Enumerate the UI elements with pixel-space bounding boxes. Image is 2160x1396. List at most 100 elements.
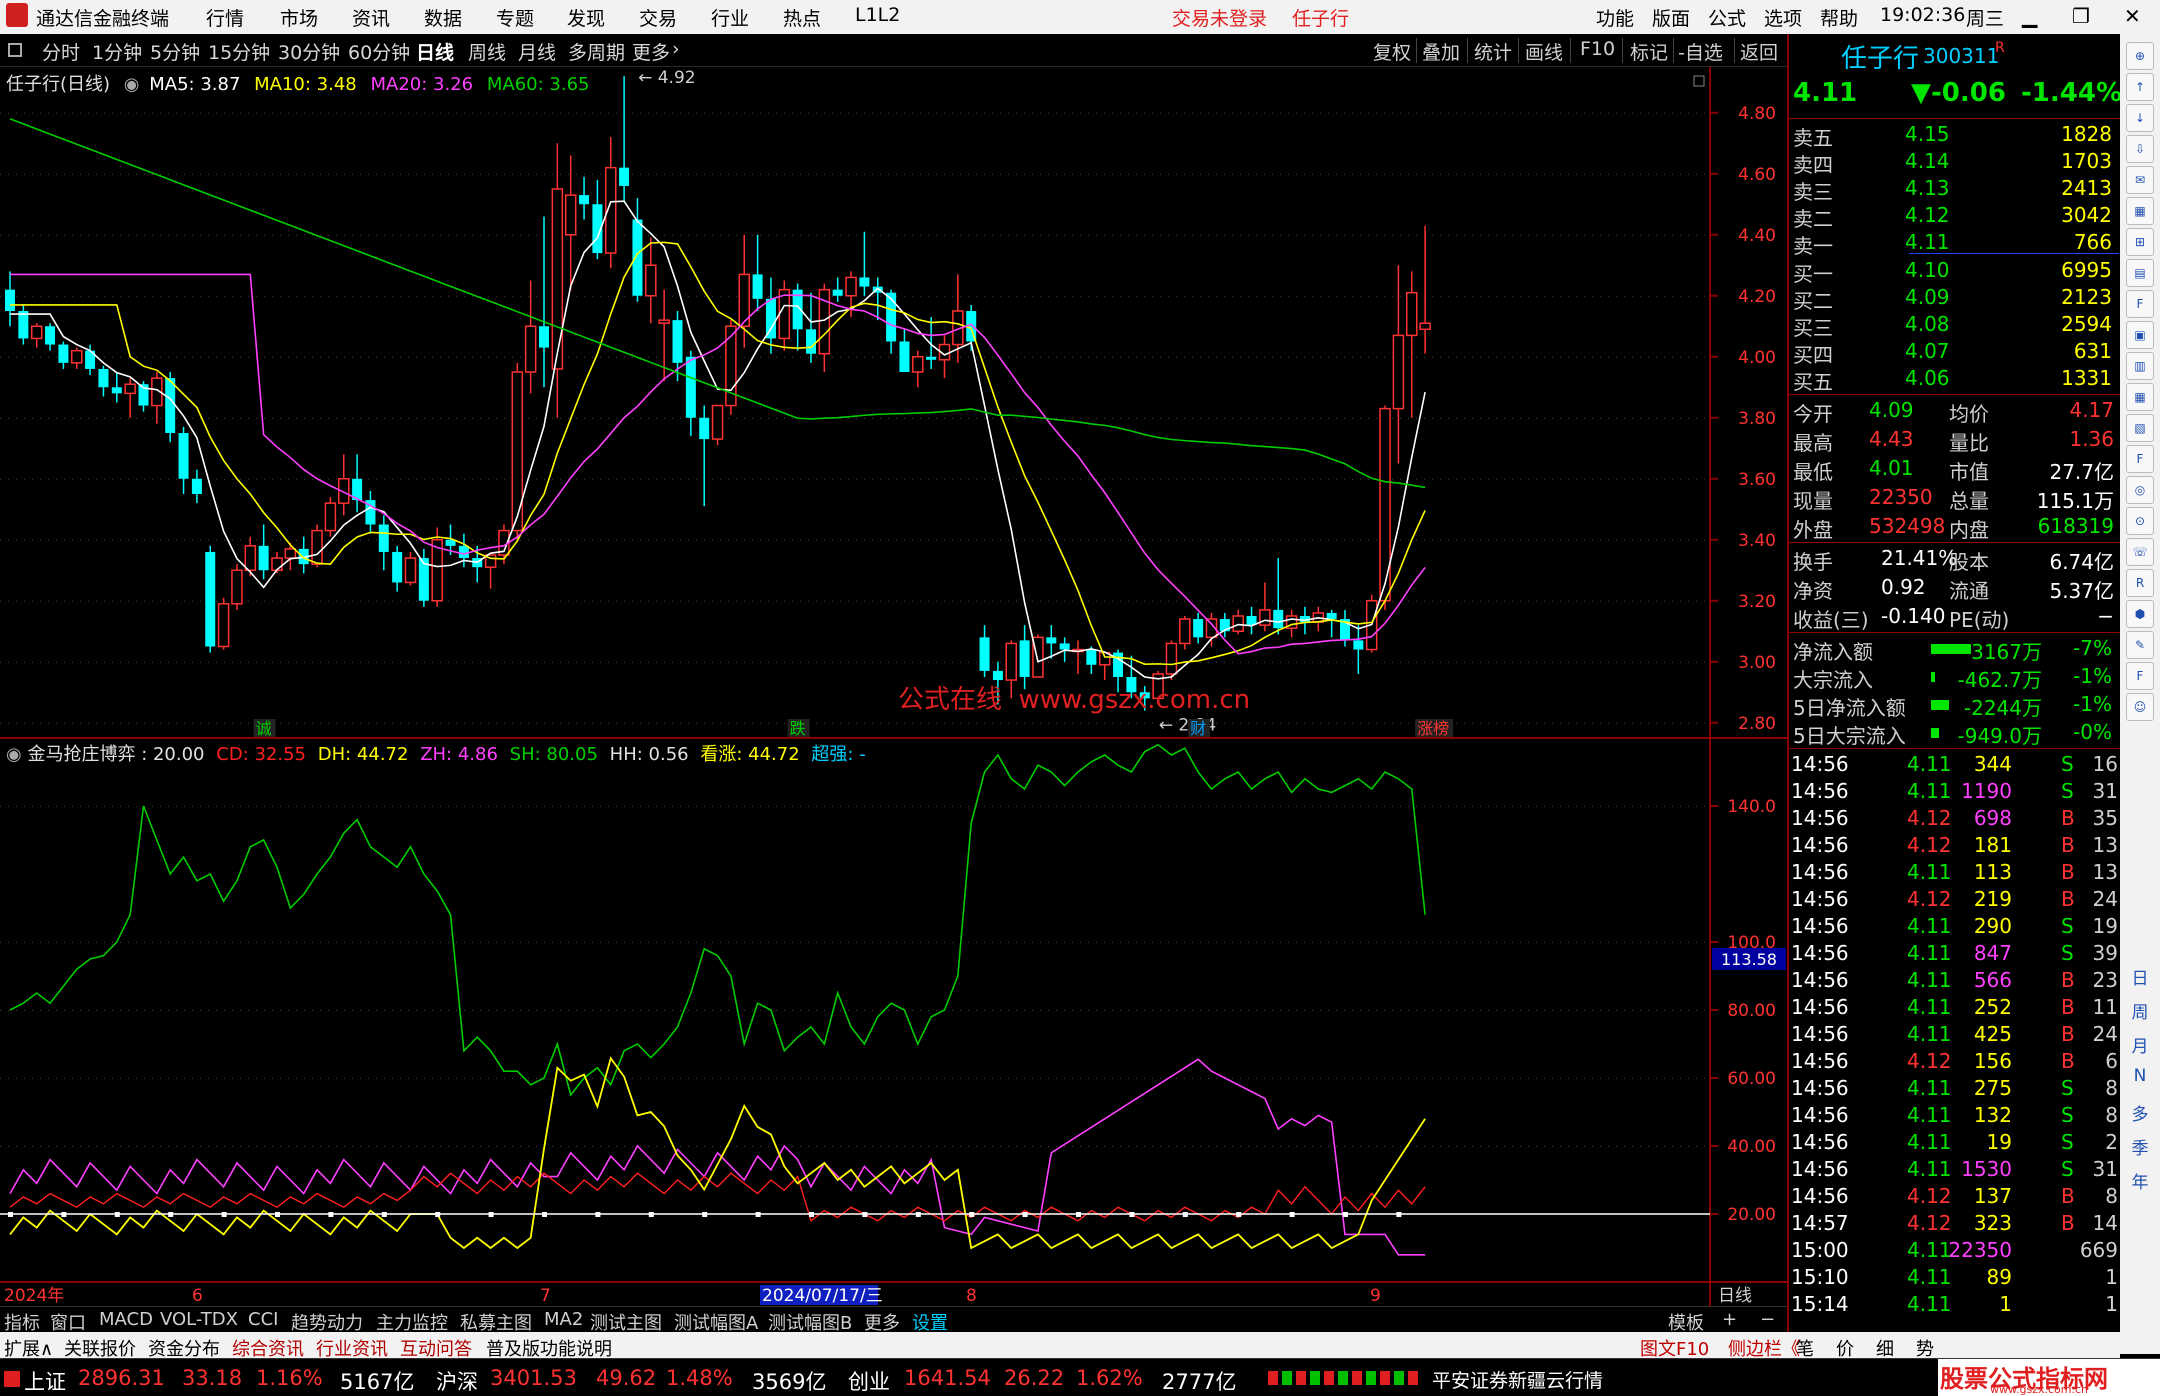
tick-row[interactable]: 14:56 4.11 19 S 2 bbox=[1789, 1128, 2122, 1155]
minimize-icon[interactable]: ▁ bbox=[2022, 4, 2037, 28]
login-status[interactable]: 交易未登录 bbox=[1172, 4, 1267, 31]
sidebar-tool-icon[interactable]: ✉ bbox=[2126, 166, 2154, 194]
tab-ma2[interactable]: MA2 bbox=[544, 1309, 583, 1330]
tick-row[interactable]: 14:56 4.11 1190 S 31 bbox=[1789, 777, 2122, 804]
period-fenshi[interactable]: 分时 bbox=[42, 38, 80, 65]
sidebar-tool-icon[interactable]: ▣ bbox=[2126, 321, 2154, 349]
sidebar-tool-icon[interactable]: ☺ bbox=[2126, 693, 2154, 721]
maximize-icon[interactable]: ❐ bbox=[2072, 4, 2090, 28]
tool-fuquan[interactable]: 复权 bbox=[1373, 38, 1411, 65]
stat-row[interactable]: 现量 22350 总量 115.1万 bbox=[1789, 483, 2122, 513]
menu-redian[interactable]: 热点 bbox=[783, 4, 821, 31]
sidebar-tool-icon[interactable]: ⊞ bbox=[2126, 228, 2154, 256]
sidebar-tool-icon[interactable]: ▤ bbox=[2126, 259, 2154, 287]
tick-row[interactable]: 14:57 4.12 323 B 14 bbox=[1789, 1209, 2122, 1236]
period-15min[interactable]: 15分钟 bbox=[208, 38, 270, 65]
menu-l1l2[interactable]: L1L2 bbox=[855, 4, 900, 26]
tick-row[interactable]: 14:56 4.11 1530 S 31 bbox=[1789, 1155, 2122, 1182]
tick-row[interactable]: 14:56 4.11 566 B 23 bbox=[1789, 966, 2122, 993]
sidebar-tool-icon[interactable]: ▥ bbox=[2126, 352, 2154, 380]
chart-area[interactable]: 4.80 4.60 4.40 4.20 4.00 3.80 3.60 3.40 3.20 3.00… bbox=[0, 67, 1787, 1306]
tick-row[interactable]: 14:56 4.11 275 S 8 bbox=[1789, 1074, 2122, 1101]
tick-row[interactable]: 14:56 4.11 847 S 39 bbox=[1789, 939, 2122, 966]
sidebar-tool-icon[interactable]: ⊙ bbox=[2126, 507, 2154, 535]
flow-row[interactable]: 5日净流入额 -2244万 -1% bbox=[1789, 690, 2122, 720]
close-icon[interactable]: ✕ bbox=[2124, 4, 2141, 28]
tab-macd[interactable]: MACD bbox=[99, 1309, 153, 1330]
tick-row[interactable]: 15:00 4.11 22350 669 bbox=[1789, 1236, 2122, 1263]
bid-row[interactable]: 买二 4.09 2123 bbox=[1789, 283, 2122, 313]
menu-jiaoyi[interactable]: 交易 bbox=[639, 4, 677, 31]
period-shortcut[interactable]: N bbox=[2128, 1066, 2152, 1086]
period-day[interactable]: 日线 bbox=[416, 38, 454, 65]
menu-gongshi[interactable]: 公式 bbox=[1708, 4, 1746, 31]
period-shortcut[interactable]: 多 bbox=[2128, 1100, 2152, 1125]
tab-cci[interactable]: CCI bbox=[248, 1309, 278, 1330]
period-shortcut[interactable]: 季 bbox=[2128, 1134, 2152, 1159]
chevron-right-icon[interactable]: › bbox=[672, 38, 680, 60]
stat-row[interactable]: 收益(三) -0.140 PE(动) − bbox=[1789, 602, 2122, 632]
tab-vol-tdx[interactable]: VOL-TDX bbox=[160, 1309, 238, 1330]
period-multi[interactable]: 多周期 bbox=[568, 38, 625, 65]
kline-chart[interactable]: 4.804.604.404.204.003.803.603.403.203.00… bbox=[0, 67, 1787, 1306]
tick-row[interactable]: 14:56 4.11 425 B 24 bbox=[1789, 1020, 2122, 1047]
tool-zixuan[interactable]: -自选 bbox=[1678, 38, 1723, 65]
layout-icon[interactable] bbox=[8, 43, 22, 57]
menu-xuanxiang[interactable]: 选项 bbox=[1764, 4, 1802, 31]
tool-fanhui[interactable]: 返回 bbox=[1740, 38, 1778, 65]
sidebar-tool-icon[interactable]: ▦ bbox=[2126, 197, 2154, 225]
tool-diejia[interactable]: 叠加 bbox=[1422, 38, 1460, 65]
tick-row[interactable]: 14:56 4.12 137 B 8 bbox=[1789, 1182, 2122, 1209]
tick-row[interactable]: 14:56 4.12 156 B 6 bbox=[1789, 1047, 2122, 1074]
period-shortcut[interactable]: 日 bbox=[2128, 964, 2152, 989]
period-more[interactable]: 更多 bbox=[632, 38, 670, 65]
menu-zixun[interactable]: 资讯 bbox=[352, 4, 390, 31]
sidebar-tool-icon[interactable]: R bbox=[2126, 569, 2154, 597]
tool-f10[interactable]: F10 bbox=[1580, 38, 1615, 60]
sidebar-tool-icon[interactable]: ✎ bbox=[2126, 631, 2154, 659]
tool-biaoji[interactable]: 标记 bbox=[1630, 38, 1668, 65]
sidebar-tool-icon[interactable]: ☏ bbox=[2126, 538, 2154, 566]
tick-row[interactable]: 14:56 4.11 132 S 8 bbox=[1789, 1101, 2122, 1128]
tick-row[interactable]: 15:10 4.11 89 1 bbox=[1789, 1263, 2122, 1290]
period-month[interactable]: 月线 bbox=[518, 38, 556, 65]
stat-row[interactable]: 最低 4.01 市值 27.7亿 bbox=[1789, 454, 2122, 484]
bid-row[interactable]: 买五 4.06 1331 bbox=[1789, 364, 2122, 394]
tick-row[interactable]: 14:56 4.11 344 S 16 bbox=[1789, 750, 2122, 777]
ask-row[interactable]: 卖三 4.13 2413 bbox=[1789, 174, 2122, 204]
bid-row[interactable]: 买三 4.08 2594 bbox=[1789, 310, 2122, 340]
indicator-toggle-icon[interactable]: ◉ bbox=[6, 744, 22, 765]
sidebar-tool-icon[interactable]: ↓ bbox=[2126, 104, 2154, 132]
menu-banmian[interactable]: 版面 bbox=[1652, 4, 1690, 31]
sidebar-tool-icon[interactable]: F bbox=[2126, 445, 2154, 473]
sidebar-tool-icon[interactable]: F bbox=[2126, 290, 2154, 318]
tick-row[interactable]: 14:56 4.11 252 B 11 bbox=[1789, 993, 2122, 1020]
tick-row[interactable]: 14:56 4.11 290 S 19 bbox=[1789, 912, 2122, 939]
remove-window-button[interactable]: − bbox=[1760, 1309, 1775, 1330]
stat-row[interactable]: 净资 0.92 流通 5.37亿 bbox=[1789, 573, 2122, 603]
tool-huaxian[interactable]: 画线 bbox=[1525, 38, 1563, 65]
tick-row[interactable]: 14:56 4.12 698 B 35 bbox=[1789, 804, 2122, 831]
menu-bangzhu[interactable]: 帮助 bbox=[1820, 4, 1858, 31]
sidebar-tool-icon[interactable]: ◎ bbox=[2126, 476, 2154, 504]
menu-shichang[interactable]: 市场 bbox=[280, 4, 318, 31]
ask-row[interactable]: 卖二 4.12 3042 bbox=[1789, 201, 2122, 231]
menu-faxian[interactable]: 发现 bbox=[567, 4, 605, 31]
period-shortcut[interactable]: 年 bbox=[2128, 1168, 2152, 1193]
sidebar-tool-icon[interactable]: ⬢ bbox=[2126, 600, 2154, 628]
tool-tongji[interactable]: 统计 bbox=[1474, 38, 1512, 65]
tick-row[interactable]: 15:14 4.11 1 1 bbox=[1789, 1290, 2122, 1317]
add-window-button[interactable]: + bbox=[1722, 1309, 1737, 1330]
menu-zhuanti[interactable]: 专题 bbox=[496, 4, 534, 31]
period-week[interactable]: 周线 bbox=[468, 38, 506, 65]
stat-row[interactable]: 换手 21.41% 股本 6.74亿 bbox=[1789, 544, 2122, 574]
menu-hangqing[interactable]: 行情 bbox=[206, 4, 244, 31]
cy-label[interactable]: 创业 bbox=[848, 1366, 890, 1396]
menu-shuju[interactable]: 数据 bbox=[424, 4, 462, 31]
sz-label[interactable]: 沪深 bbox=[436, 1366, 478, 1396]
period-60min[interactable]: 60分钟 bbox=[348, 38, 410, 65]
sh-label[interactable]: 上证 bbox=[24, 1366, 66, 1396]
flow-row[interactable]: 5日大宗流入 -949.0万 -0% bbox=[1789, 718, 2122, 748]
period-shortcut[interactable]: 周 bbox=[2128, 998, 2152, 1023]
stat-row[interactable]: 最高 4.43 量比 1.36 bbox=[1789, 425, 2122, 455]
